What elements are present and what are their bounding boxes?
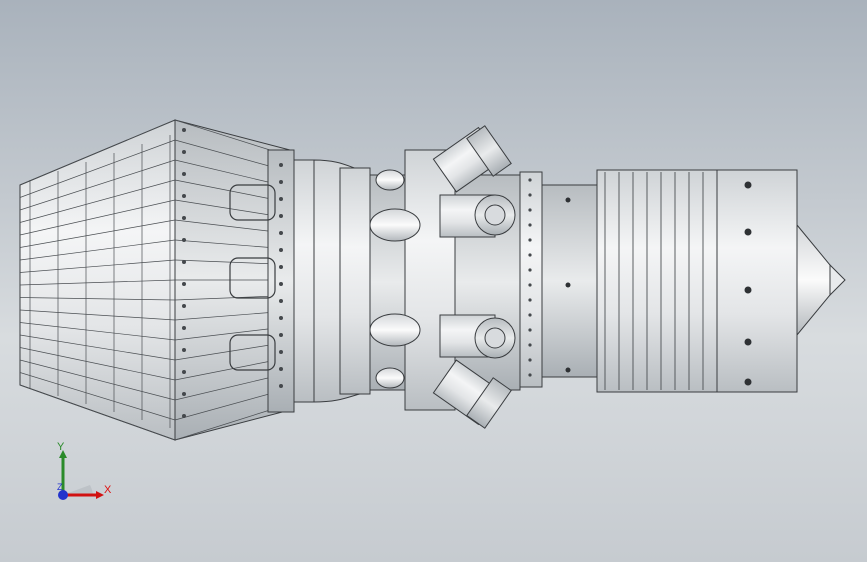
x-axis-label: X [104, 484, 112, 496]
intake-lattice [19, 119, 291, 441]
cad-3d-viewport[interactable]: X Y Z [0, 0, 867, 562]
jet-engine-model[interactable] [0, 0, 867, 562]
tail-cone [796, 223, 831, 337]
turbine-flange [519, 171, 598, 388]
z-axis-label: Z [57, 482, 63, 492]
coordinate-triad: X Y Z [48, 440, 118, 510]
y-axis-label: Y [57, 441, 65, 453]
burner-can-upper-2 [439, 194, 516, 238]
exhaust-housing [565, 169, 846, 393]
burner-can-lower-1 [439, 314, 516, 359]
